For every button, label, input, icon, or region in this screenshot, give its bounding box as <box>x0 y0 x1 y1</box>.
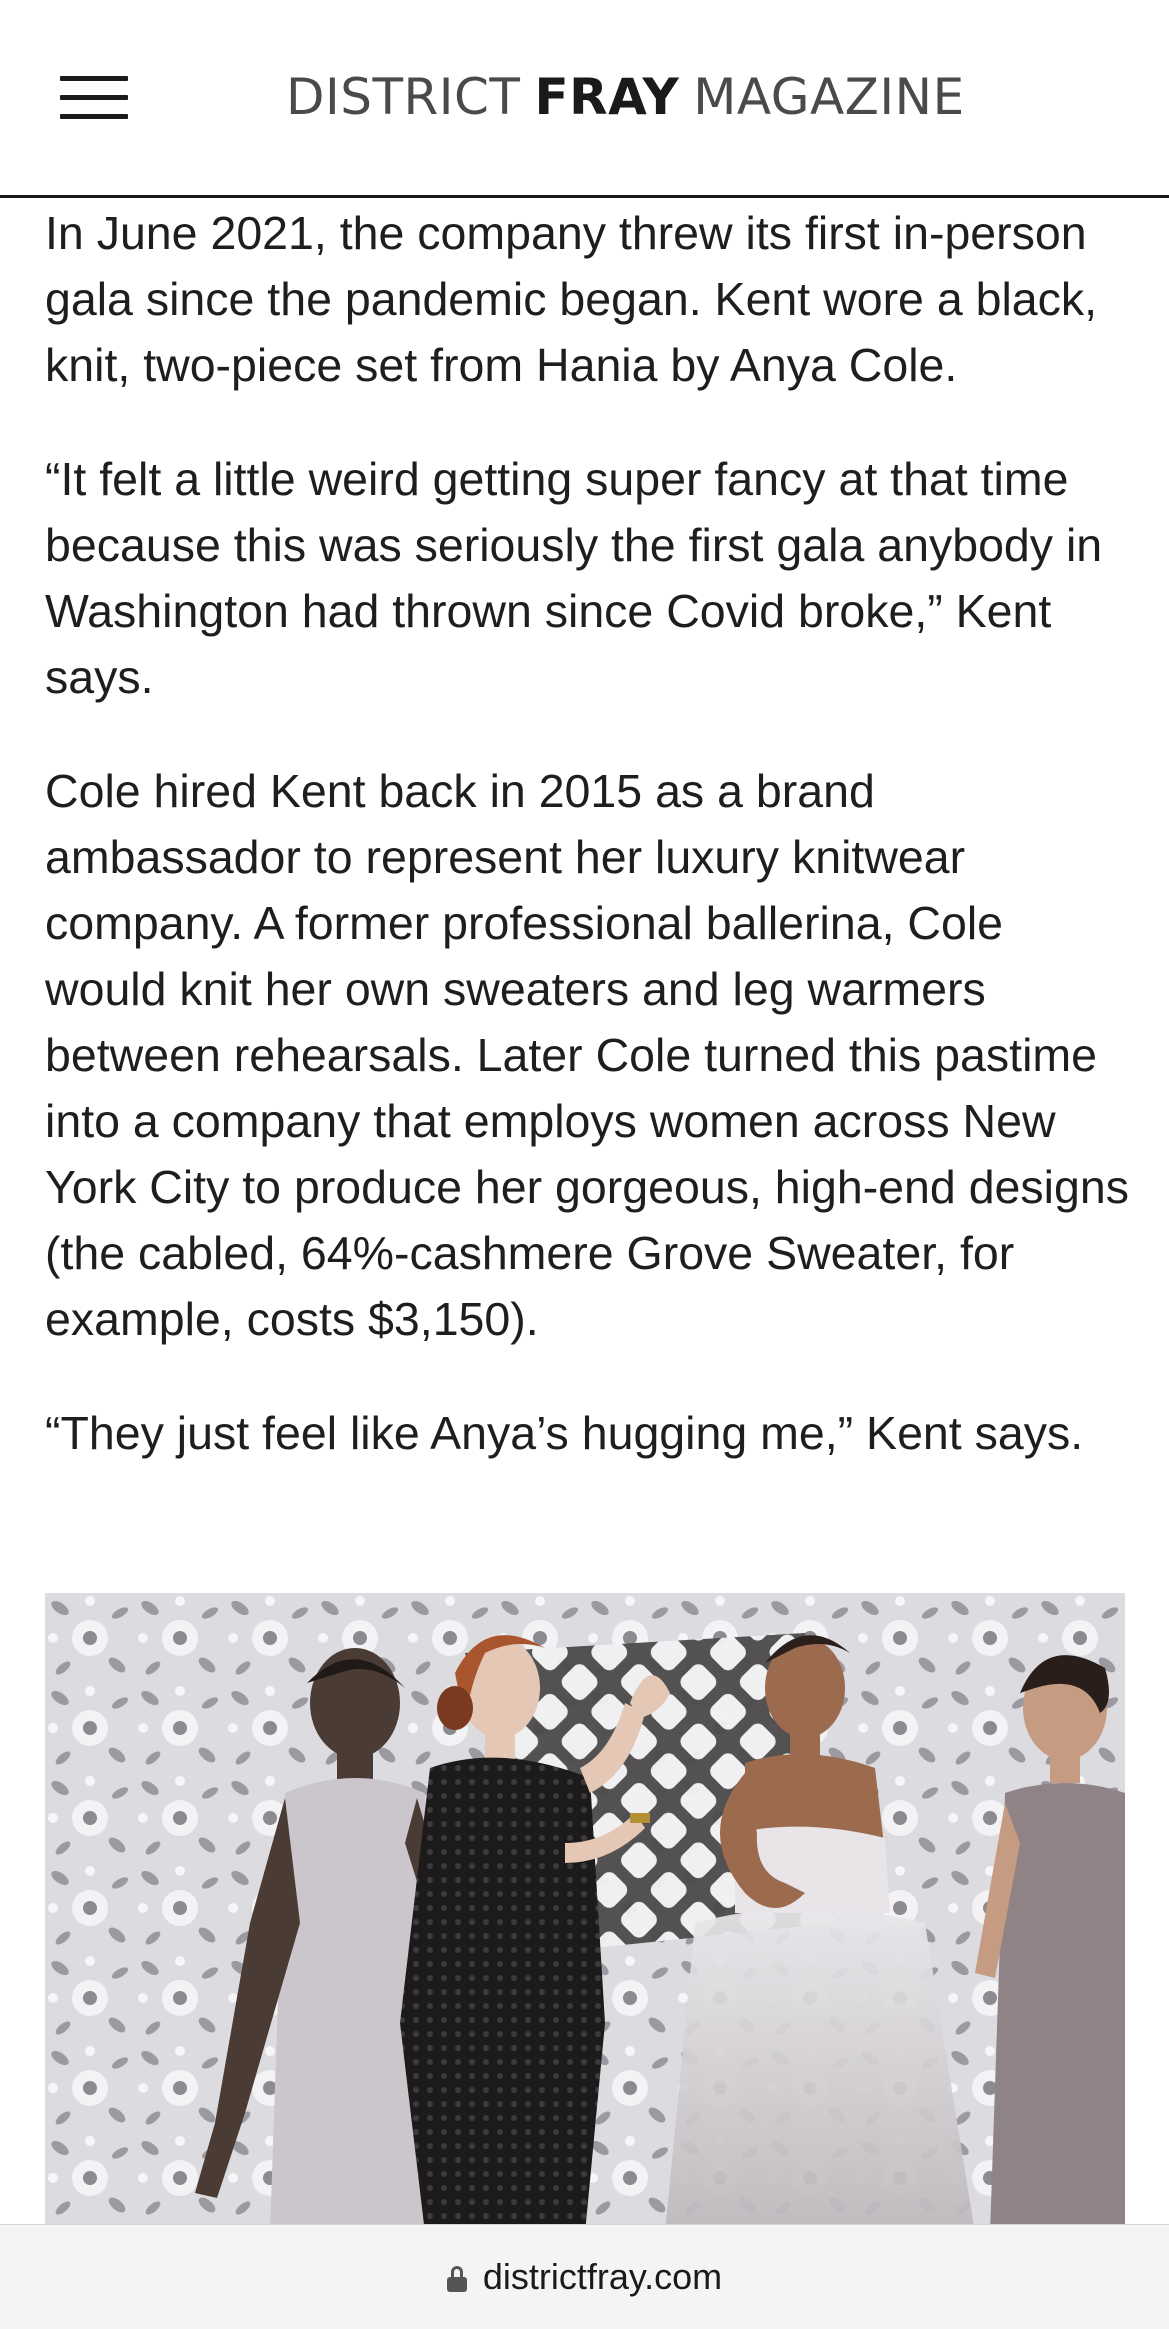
article-photo <box>45 1593 1125 2233</box>
article-paragraph: Cole hired Kent back in 2015 as a brand … <box>45 765 1129 1345</box>
site-header: DISTRICT FRAY MAGAZINE <box>0 0 1169 198</box>
logo-text-district: DISTRICT <box>286 68 521 126</box>
article-body: In June 2021, the company threw its firs… <box>45 200 1130 1514</box>
browser-url-bar[interactable]: districtfray.com <box>0 2224 1169 2329</box>
article-paragraph: In June 2021, the company threw its firs… <box>45 207 1098 391</box>
article-paragraph: “They just feel like Anya’s hugging me,”… <box>45 1407 1084 1459</box>
article-paragraph: “It felt a little weird getting super fa… <box>45 453 1103 703</box>
lock-icon <box>446 2266 467 2292</box>
site-logo[interactable]: DISTRICT FRAY MAGAZINE <box>286 66 964 128</box>
logo-text-magazine: MAGAZINE <box>693 68 965 126</box>
url-text[interactable]: districtfray.com <box>483 2256 722 2298</box>
hamburger-menu-icon[interactable] <box>60 74 130 122</box>
logo-text-fray: FRAY <box>534 68 680 126</box>
